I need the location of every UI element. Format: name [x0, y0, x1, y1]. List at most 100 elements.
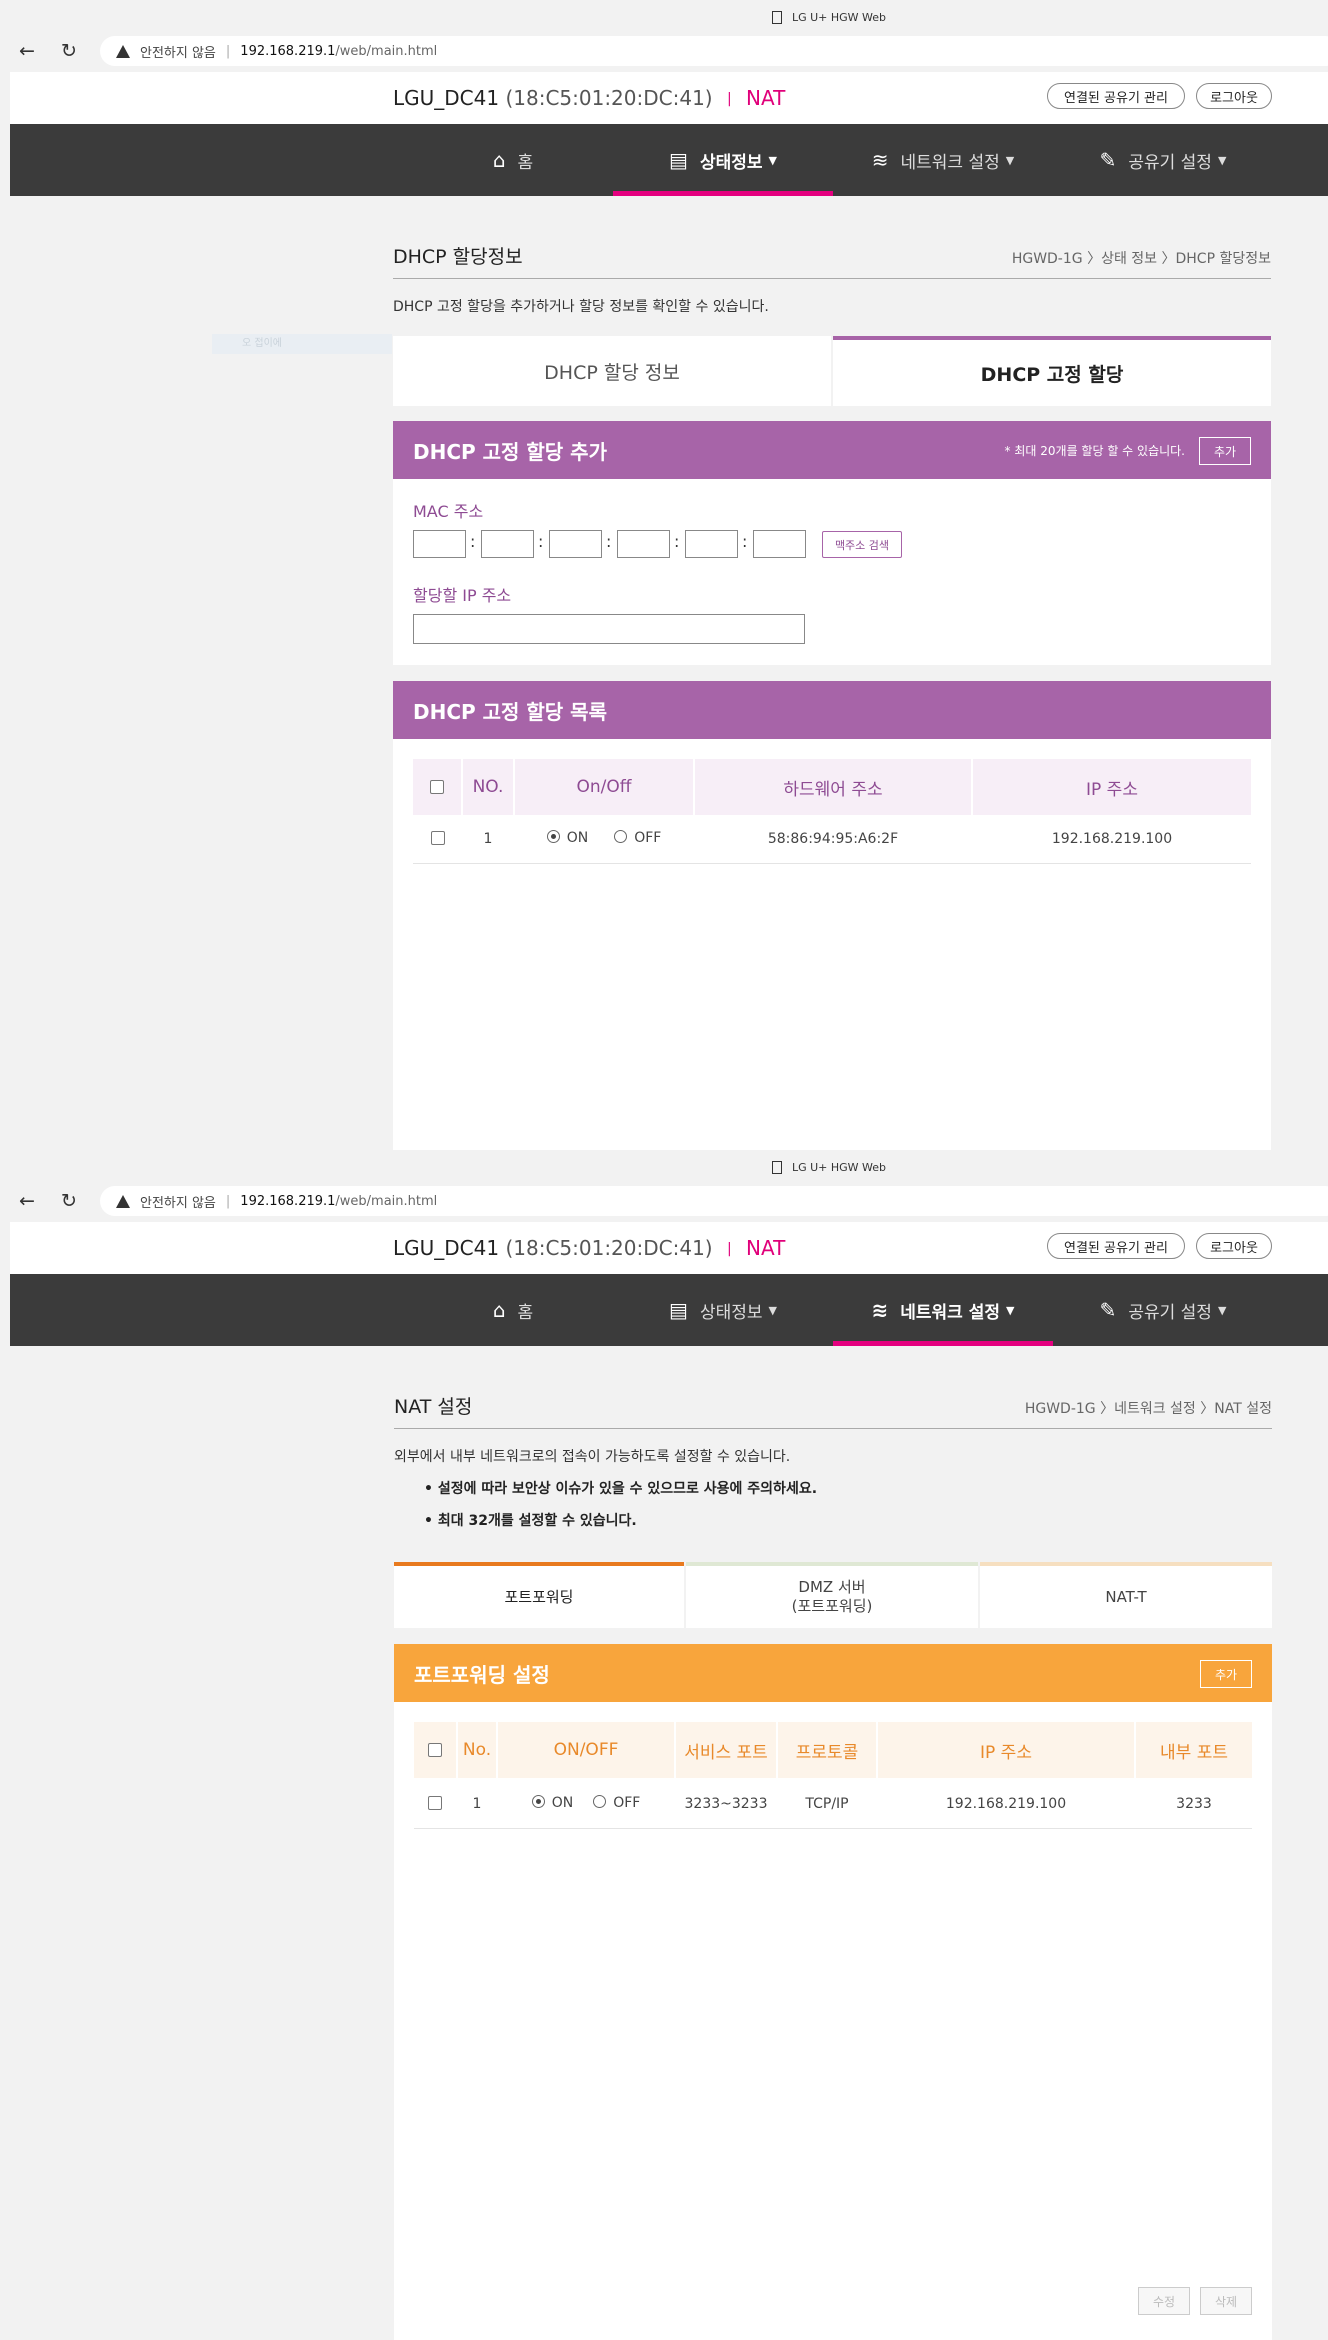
col-ip: IP 주소 [878, 1722, 1134, 1778]
back-arrow-icon[interactable]: ← [16, 1190, 38, 1212]
page-title: NAT 설정 [394, 1396, 473, 1418]
mac-octet-3[interactable] [549, 530, 602, 558]
menu-status[interactable]: ▤ 상태정보 ▼ [613, 124, 833, 196]
select-all-checkbox[interactable] [428, 1743, 442, 1757]
address-bar: ← ↻ 안전하지 않음 | 192.168.219.1/web/main.htm… [0, 34, 1328, 68]
ip-label: 할당할 IP 주소 [413, 586, 512, 605]
select-all-checkbox[interactable] [430, 780, 444, 794]
ip-input[interactable] [413, 614, 805, 644]
menu-settings[interactable]: ✎ 공유기 설정 ▼ [1053, 124, 1273, 196]
url-separator: | [225, 43, 231, 59]
static-list-title: DHCP 고정 할당 목록 [413, 699, 607, 724]
mac-octet-5[interactable] [685, 530, 738, 558]
chevron-down-icon: ▼ [768, 1303, 777, 1317]
row-no: 1 [472, 1796, 482, 1812]
static-add-button[interactable]: 추가 [1199, 437, 1251, 465]
router-header: LGU_DC41 (18:C5:01:20:DC:41) | NAT 연결된 공… [10, 72, 1328, 124]
menu-network[interactable]: ≋ 네트워크 설정 ▼ [833, 1274, 1053, 1346]
logout-button[interactable]: 로그아웃 [1196, 83, 1272, 109]
mac-octet-2[interactable] [481, 530, 534, 558]
document-icon: ▤ [669, 148, 688, 172]
row-checkbox[interactable] [431, 831, 445, 845]
row-protocol: TCP/IP [805, 1796, 849, 1812]
menu-network-label: 네트워크 설정 [900, 1302, 1001, 1323]
main-menu: ⌂ 홈 ▤ 상태정보 ▼ ≋ 네트워크 설정 ▼ ✎ 공유기 설정 ▼ [10, 1274, 1328, 1346]
warning-icon [116, 44, 130, 58]
edit-button[interactable]: 수정 [1138, 2287, 1190, 2315]
tab-dhcp-static[interactable]: DHCP 고정 할당 [833, 336, 1271, 406]
wifi-icon: ≋ [871, 148, 889, 172]
mac-octet-1[interactable] [413, 530, 466, 558]
mac-colon: : [470, 532, 476, 551]
url-separator: | [225, 1193, 231, 1209]
col-ip: IP 주소 [973, 759, 1251, 815]
document-icon: ▤ [669, 1298, 688, 1322]
row-checkbox[interactable] [428, 1796, 442, 1810]
device-info: LGU_DC41 (18:C5:01:20:DC:41) | NAT [393, 1236, 785, 1260]
radio-off-label: OFF [613, 1795, 641, 1811]
radio-on[interactable]: ON [546, 830, 588, 846]
tab-port-forwarding[interactable]: 포트포워딩 [394, 1562, 684, 1628]
url-host: 192.168.219.1 [240, 1193, 336, 1209]
row-divider [414, 1828, 1252, 1829]
header-select-all [413, 759, 461, 815]
menu-settings[interactable]: ✎ 공유기 설정 ▼ [1053, 1274, 1273, 1346]
menu-settings-label: 공유기 설정 [1128, 152, 1212, 173]
menu-home-label: 홈 [517, 152, 534, 173]
device-info: LGU_DC41 (18:C5:01:20:DC:41) | NAT [393, 86, 785, 110]
delete-button[interactable]: 삭제 [1200, 2287, 1252, 2315]
mac-octet-6[interactable] [753, 530, 806, 558]
mac-address: (18:C5:01:20:DC:41) [505, 1236, 713, 1260]
tab-dhcp-info[interactable]: DHCP 할당 정보 [393, 336, 831, 406]
radio-on[interactable]: ON [531, 1795, 574, 1811]
tab-dmz-label: DMZ 서버 [798, 1578, 866, 1596]
radio-off-icon [614, 830, 628, 843]
row-ip: 192.168.219.100 [945, 1796, 1067, 1812]
col-inner-port: 내부 포트 [1136, 1722, 1252, 1778]
url-field[interactable]: 안전하지 않음 | 192.168.219.1/web/main.html [100, 36, 1328, 66]
radio-on-label: ON [551, 1795, 574, 1811]
row-no: 1 [483, 831, 493, 847]
radio-off-label: OFF [634, 830, 662, 846]
chevron-down-icon: ▼ [1217, 153, 1227, 167]
menu-home[interactable]: ⌂ 홈 [403, 124, 623, 196]
mac-search-button[interactable]: 맥주소 검색 [822, 531, 902, 558]
home-icon: ⌂ [492, 1298, 506, 1322]
breadcrumb: HGWD-1G 〉네트워크 설정 〉NAT 설정 [1024, 1401, 1272, 1417]
logout-button[interactable]: 로그아웃 [1196, 1233, 1272, 1259]
tab-dmz[interactable]: DMZ 서버 (포트포워딩) [686, 1562, 978, 1628]
title-divider [393, 278, 1271, 279]
chevron-down-icon: ▼ [1217, 1303, 1227, 1317]
radio-off-icon [593, 1795, 607, 1808]
mac-octet-4[interactable] [617, 530, 670, 558]
menu-network-label: 네트워크 설정 [900, 152, 1000, 173]
col-protocol: 프로토콜 [778, 1722, 876, 1778]
url-field[interactable]: 안전하지 않음 | 192.168.219.1/web/main.html [100, 1186, 1328, 1216]
warning-icon [116, 1194, 130, 1208]
window-title-bar: LG U+ HGW Web [0, 0, 1328, 34]
back-arrow-icon[interactable]: ← [16, 40, 38, 62]
ssid-name: LGU_DC41 [393, 86, 500, 110]
connected-router-button[interactable]: 연결된 공유기 관리 [1047, 1233, 1185, 1259]
port-forward-add-button[interactable]: 추가 [1200, 1660, 1252, 1688]
connected-router-button[interactable]: 연결된 공유기 관리 [1047, 83, 1185, 109]
security-status: 안전하지 않음 [140, 45, 216, 61]
url-path: /web/main.html [335, 43, 438, 59]
row-ip: 192.168.219.100 [1051, 831, 1173, 847]
title-divider [394, 1428, 1272, 1429]
network-mode: NAT [746, 86, 786, 110]
menu-settings-label: 공유기 설정 [1128, 1302, 1212, 1323]
menu-home[interactable]: ⌂ 홈 [403, 1274, 623, 1346]
address-bar: ← ↻ 안전하지 않음 | 192.168.219.1/web/main.htm… [0, 1184, 1328, 1218]
radio-off[interactable]: OFF [593, 1795, 640, 1811]
static-add-header: DHCP 고정 할당 추가 * 최대 20개를 할당 할 수 있습니다. 추가 [393, 421, 1271, 479]
menu-status[interactable]: ▤ 상태정보 ▼ [613, 1274, 833, 1346]
radio-off[interactable]: OFF [614, 830, 661, 846]
menu-network[interactable]: ≋ 네트워크 설정 ▼ [833, 124, 1053, 196]
static-add-title: DHCP 고정 할당 추가 [413, 439, 607, 464]
notice-text: 설정에 따라 보안상 이슈가 있을 수 있으므로 사용에 주의하세요. [437, 1481, 818, 1497]
tab-nat-t[interactable]: NAT-T [980, 1562, 1272, 1628]
reload-icon[interactable]: ↻ [58, 1190, 80, 1212]
reload-icon[interactable]: ↻ [58, 40, 80, 62]
col-service-port: 서비스 포트 [676, 1722, 776, 1778]
